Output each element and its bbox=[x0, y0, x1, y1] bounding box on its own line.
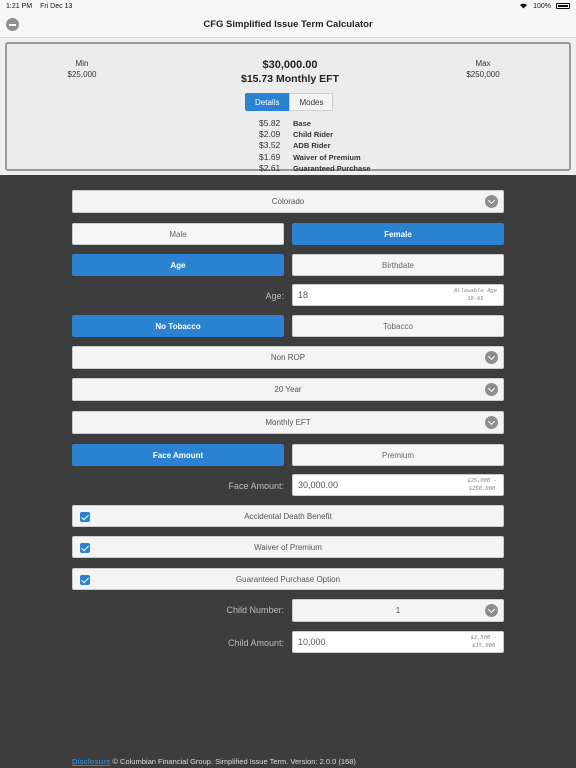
face-amount-button[interactable]: Face Amount bbox=[72, 444, 284, 466]
minus-icon[interactable] bbox=[6, 18, 19, 31]
breakdown-amount: $3.52 bbox=[259, 140, 281, 151]
age-input[interactable]: 18 Allowable Age 18-65 bbox=[292, 284, 504, 306]
age-hint-line: Allowable Age bbox=[453, 288, 497, 294]
breakdown-label: Child Rider bbox=[293, 130, 334, 140]
rop-select[interactable]: Non ROP bbox=[72, 346, 504, 369]
gpo-rider-label: Guaranteed Purchase Option bbox=[235, 574, 341, 584]
tab-details[interactable]: Details bbox=[245, 93, 290, 111]
max-block: Max $250,000 bbox=[455, 58, 511, 80]
summary-panel: Min $25,000 $30,000.00 $15.73 Monthly EF… bbox=[5, 42, 571, 174]
breakdown-label: Guaranteed Purchase bbox=[293, 163, 371, 173]
chevron-down-icon bbox=[485, 195, 498, 208]
breakdown-amount: $1.69 bbox=[259, 151, 281, 162]
child-hint-line: $15,000 bbox=[472, 642, 496, 649]
child-amount-input[interactable]: 10,000 $2,500 - $15,000 bbox=[292, 631, 504, 653]
battery-percent: 100% bbox=[533, 2, 551, 10]
state-value: Colorado bbox=[271, 197, 305, 206]
child-number-label: Child Number: bbox=[226, 605, 284, 615]
chevron-down-icon bbox=[485, 383, 498, 396]
rop-value: Non ROP bbox=[270, 353, 306, 362]
child-number-select[interactable]: 1 bbox=[292, 599, 504, 622]
footer-text: © Columbian Financial Group. Simplified … bbox=[110, 757, 356, 766]
min-label: Min bbox=[75, 59, 89, 68]
child-amount-hint: $2,500 - $15,000 bbox=[471, 635, 498, 650]
premium-button[interactable]: Premium bbox=[292, 444, 504, 466]
mode-select[interactable]: Monthly EFT bbox=[72, 411, 504, 434]
face-amount-input[interactable]: 30,000.00 $25,000 - $250,000 bbox=[292, 474, 504, 496]
age-value: 18 bbox=[298, 290, 309, 300]
min-value: $25,000 bbox=[67, 70, 97, 79]
min-block: Min $25,000 bbox=[57, 58, 107, 80]
age-hint-line: 18-65 bbox=[467, 295, 484, 302]
detail-mode-toggle: Details Modes bbox=[245, 93, 334, 111]
totals-block: $30,000.00 $15.73 Monthly EFT bbox=[190, 58, 390, 86]
no-tobacco-button[interactable]: No Tobacco bbox=[72, 315, 284, 337]
adb-rider-row[interactable]: Accidental Death Benefit bbox=[72, 505, 504, 527]
status-time: 1:21 PM bbox=[6, 2, 33, 10]
max-label: Max bbox=[475, 59, 491, 68]
page-title: CFG Simplified Issue Term Calculator bbox=[203, 19, 373, 30]
breakdown-label: ADB Rider bbox=[293, 141, 331, 151]
footer: Disclosure © Columbian Financial Group. … bbox=[72, 757, 356, 766]
max-value: $250,000 bbox=[466, 70, 500, 79]
chevron-down-icon bbox=[485, 351, 498, 364]
disclosure-link[interactable]: Disclosure bbox=[72, 757, 110, 766]
breakdown-amount: $2.61 bbox=[259, 162, 281, 173]
face-hint-line: $250,000 bbox=[468, 485, 496, 492]
battery-icon bbox=[556, 3, 570, 9]
child-amount-value: 10,000 bbox=[298, 637, 326, 647]
status-date: Fri Dec 13 bbox=[40, 2, 73, 10]
birthdate-mode-button[interactable]: Birthdate bbox=[292, 254, 504, 276]
male-button[interactable]: Male bbox=[72, 223, 284, 245]
adb-rider-label: Accidental Death Benefit bbox=[244, 511, 332, 521]
chevron-down-icon bbox=[485, 416, 498, 429]
face-total: $30,000.00 bbox=[262, 59, 318, 71]
premium-total: $15.73 Monthly EFT bbox=[240, 73, 340, 85]
female-button[interactable]: Female bbox=[292, 223, 504, 245]
breakdown-row: $3.52 ADB Rider bbox=[259, 140, 371, 151]
state-select[interactable]: Colorado bbox=[72, 190, 504, 213]
age-hint: Allowable Age 18-65 bbox=[454, 288, 497, 303]
chevron-down-icon bbox=[485, 604, 498, 617]
tobacco-button[interactable]: Tobacco bbox=[292, 315, 504, 337]
face-amount-hint: $25,000 - $250,000 bbox=[467, 478, 497, 493]
face-amount-label: Face Amount: bbox=[228, 481, 284, 491]
premium-breakdown: $5.82 Base $2.09 Child Rider $3.52 ADB R… bbox=[259, 118, 371, 174]
mode-value: Monthly EFT bbox=[265, 418, 311, 427]
breakdown-row: $2.61 Guaranteed Purchase bbox=[259, 163, 371, 174]
checkbox-checked-icon[interactable] bbox=[80, 512, 90, 522]
breakdown-row: $2.09 Child Rider bbox=[259, 129, 371, 140]
tab-modes[interactable]: Modes bbox=[289, 93, 334, 111]
child-amount-label: Child Amount: bbox=[227, 638, 284, 648]
checkbox-checked-icon[interactable] bbox=[80, 543, 90, 553]
summary-area: Min $25,000 $30,000.00 $15.73 Monthly EF… bbox=[0, 38, 576, 175]
breakdown-row: $5.82 Base bbox=[259, 118, 371, 129]
gpo-rider-row[interactable]: Guaranteed Purchase Option bbox=[72, 568, 504, 590]
breakdown-row: $1.69 Waiver of Premium bbox=[259, 152, 371, 163]
wifi-icon bbox=[519, 2, 528, 11]
waiver-rider-label: Waiver of Premium bbox=[254, 542, 322, 552]
age-mode-button[interactable]: Age bbox=[72, 254, 284, 276]
nav-bar: CFG Simplified Issue Term Calculator bbox=[0, 12, 576, 38]
breakdown-amount: $5.82 bbox=[259, 118, 281, 128]
checkbox-checked-icon[interactable] bbox=[80, 575, 90, 585]
child-number-value: 1 bbox=[395, 606, 401, 615]
face-hint-line: $25,000 - bbox=[467, 478, 497, 484]
face-amount-value: 30,000.00 bbox=[298, 480, 339, 490]
breakdown-amount: $2.09 bbox=[259, 129, 281, 140]
child-hint-line: $2,500 - bbox=[470, 635, 498, 641]
waiver-rider-row[interactable]: Waiver of Premium bbox=[72, 536, 504, 558]
age-label: Age: bbox=[265, 291, 284, 301]
status-bar: 1:21 PM Fri Dec 13 100% bbox=[0, 0, 576, 12]
breakdown-label: Base bbox=[293, 119, 311, 128]
breakdown-label: Waiver of Premium bbox=[293, 152, 361, 162]
term-select[interactable]: 20 Year bbox=[72, 378, 504, 401]
term-value: 20 Year bbox=[274, 385, 302, 394]
